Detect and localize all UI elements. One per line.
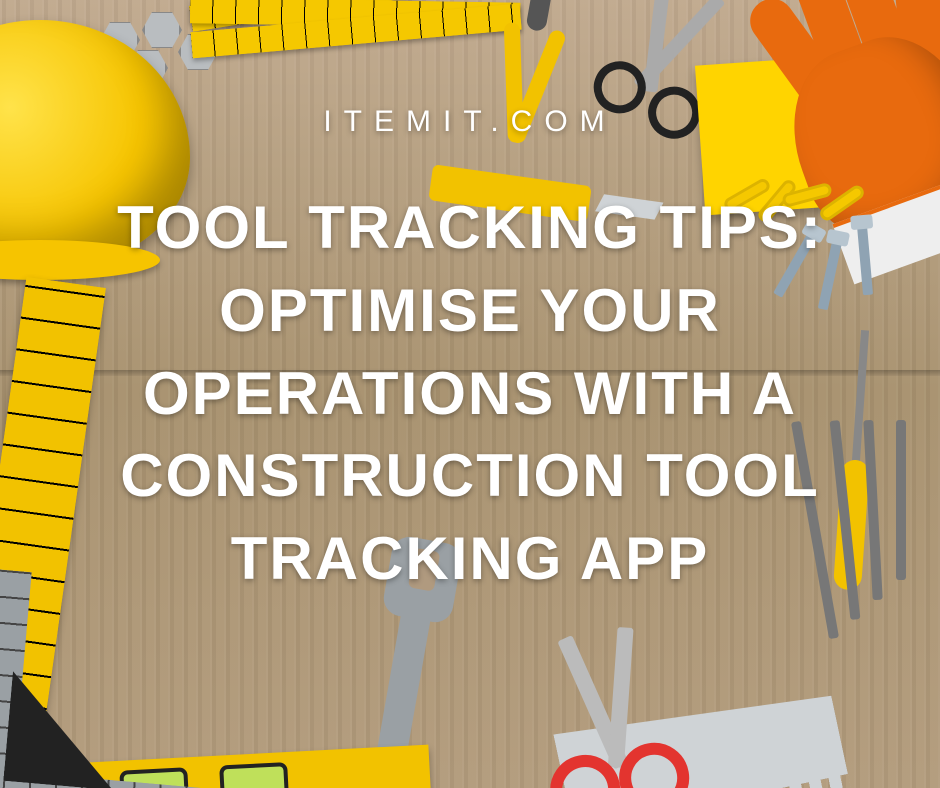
headline: TOOL TRACKING TIPS: OPTIMISE YOUR OPERAT… (20, 187, 920, 601)
text-overlay: ITEMIT.COM TOOL TRACKING TIPS: OPTIMISE … (0, 0, 940, 788)
site-url: ITEMIT.COM (323, 105, 616, 139)
